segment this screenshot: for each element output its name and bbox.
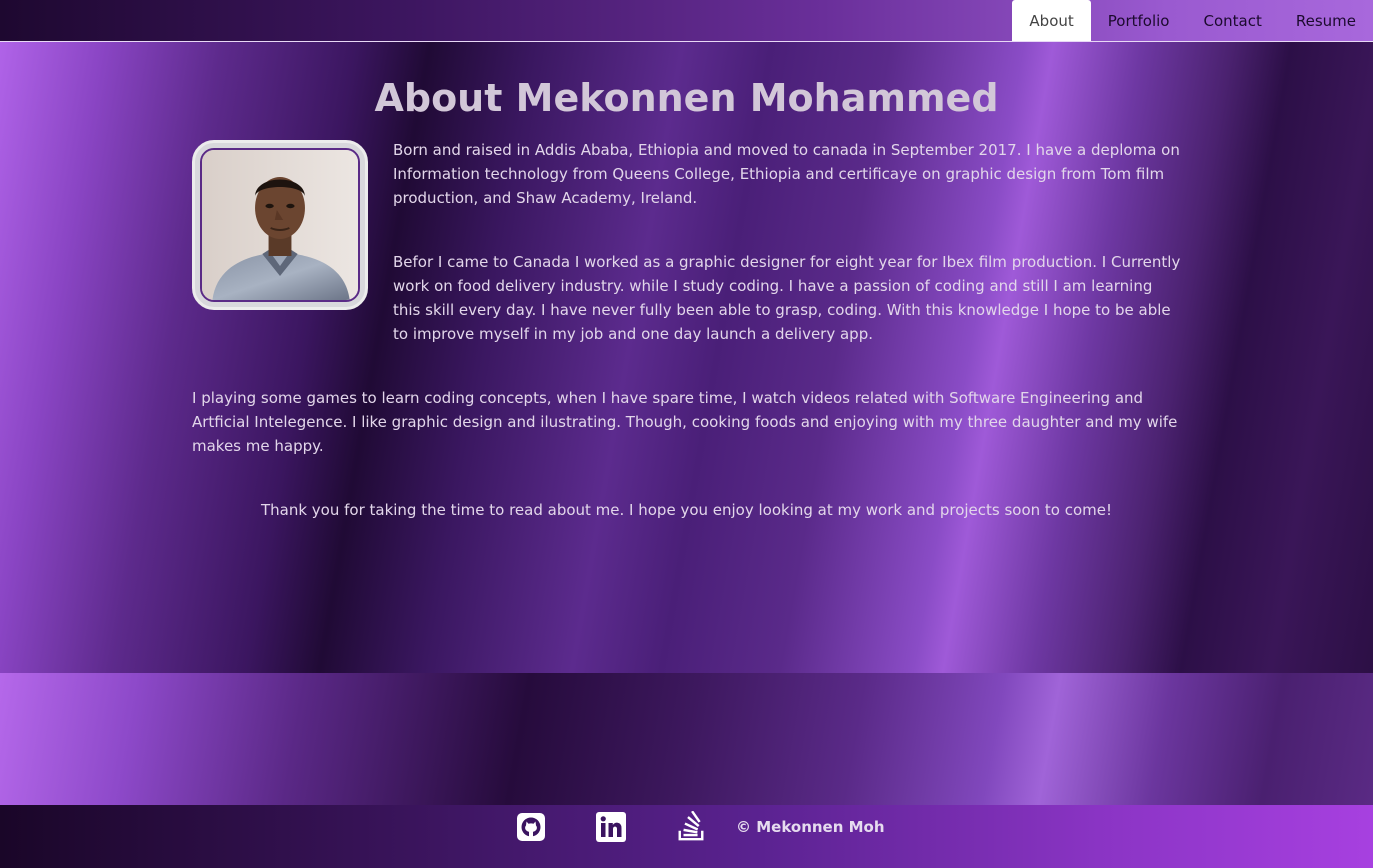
- top-navbar: About Portfolio Contact Resume: [0, 0, 1373, 42]
- about-paragraph-thanks: Thank you for taking the time to read ab…: [260, 501, 1113, 519]
- portrait-photo: [200, 148, 360, 302]
- footer-band: [0, 673, 1373, 805]
- nav-item-about[interactable]: About: [1012, 0, 1091, 41]
- github-icon[interactable]: [516, 811, 546, 843]
- portrait-frame: [192, 140, 368, 310]
- nav-item-resume[interactable]: Resume: [1279, 0, 1373, 41]
- about-section: [0, 42, 1373, 673]
- linkedin-icon[interactable]: [596, 811, 626, 843]
- about-paragraph-hobbies: I playing some games to learn coding con…: [192, 389, 1178, 455]
- about-paragraph-career: Befor I came to Canada I worked as a gra…: [393, 253, 1181, 343]
- page-title: About Mekonnen Mohammed: [374, 76, 999, 120]
- nav-item-contact[interactable]: Contact: [1187, 0, 1279, 41]
- footer-social-links: © Mekonnen Moh: [516, 810, 885, 844]
- stackoverflow-icon[interactable]: [676, 811, 706, 843]
- nav-item-portfolio[interactable]: Portfolio: [1091, 0, 1187, 41]
- copyright-text: © Mekonnen Moh: [736, 818, 885, 836]
- about-paragraph-background: Born and raised in Addis Ababa, Ethiopia…: [393, 141, 1180, 207]
- main-nav: About Portfolio Contact Resume: [1012, 0, 1373, 41]
